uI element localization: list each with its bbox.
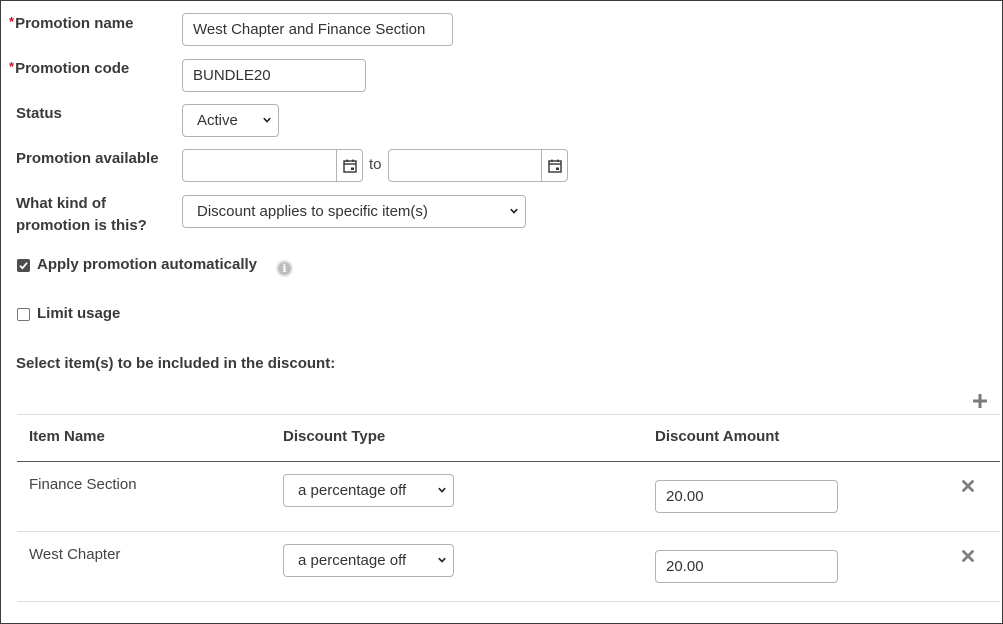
promotion-code-label: *Promotion code — [9, 59, 130, 77]
table-header-divider — [17, 461, 1000, 462]
discount-type-select[interactable]: a percentage off — [283, 474, 454, 507]
limit-usage-label: Limit usage — [37, 305, 121, 322]
required-mark: * — [9, 14, 15, 29]
promotion-name-label: *Promotion name — [9, 14, 134, 32]
calendar-icon — [547, 159, 562, 173]
status-select[interactable]: Active — [182, 104, 279, 137]
item-name-cell: West Chapter — [29, 546, 121, 563]
promotion-form: *Promotion name West Chapter and Finance… — [0, 0, 1003, 624]
status-label: Status — [16, 105, 62, 122]
chevron-down-icon — [438, 557, 446, 563]
plus-icon[interactable] — [973, 394, 987, 408]
promotion-kind-value: Discount applies to specific item(s) — [197, 203, 428, 220]
info-icon[interactable]: i — [276, 260, 293, 277]
table-top-divider — [17, 414, 1000, 415]
discount-type-value: a percentage off — [298, 482, 407, 499]
chevron-down-icon — [438, 487, 446, 493]
items-section-heading: Select item(s) to be included in the dis… — [16, 355, 336, 372]
promotion-name-input[interactable]: West Chapter and Finance Section — [182, 13, 453, 46]
apply-automatically-checkbox[interactable] — [17, 259, 30, 272]
column-header-item-name: Item Name — [29, 428, 105, 445]
chevron-down-icon — [510, 208, 518, 214]
close-icon[interactable] — [962, 550, 974, 562]
discount-amount-input[interactable]: 20.00 — [655, 550, 838, 583]
checkmark-icon — [19, 262, 28, 270]
close-icon[interactable] — [962, 480, 974, 492]
promotion-code-input[interactable]: BUNDLE20 — [182, 59, 366, 92]
required-mark: * — [9, 59, 15, 74]
row-divider — [17, 601, 1000, 602]
start-date-calendar-button[interactable] — [336, 150, 362, 181]
chevron-down-icon — [263, 117, 271, 123]
promotion-kind-label: What kind of promotion is this? — [16, 195, 147, 234]
limit-usage-checkbox[interactable] — [17, 308, 30, 321]
discount-amount-input[interactable]: 20.00 — [655, 480, 838, 513]
discount-type-value: a percentage off — [298, 552, 407, 569]
discount-type-select[interactable]: a percentage off — [283, 544, 454, 577]
column-header-discount-type: Discount Type — [283, 428, 386, 445]
column-header-discount-amount: Discount Amount — [655, 428, 780, 445]
promotion-available-label: Promotion available — [16, 150, 159, 167]
calendar-icon — [342, 159, 357, 173]
end-date-field[interactable] — [388, 149, 568, 182]
start-date-field[interactable] — [182, 149, 363, 182]
row-divider — [17, 531, 1000, 532]
status-select-value: Active — [197, 112, 238, 129]
item-name-cell: Finance Section — [29, 476, 137, 493]
promotion-kind-select[interactable]: Discount applies to specific item(s) — [182, 195, 526, 228]
end-date-calendar-button[interactable] — [541, 150, 567, 181]
apply-automatically-label: Apply promotion automatically — [37, 256, 258, 273]
date-range-to-label: to — [369, 156, 382, 173]
